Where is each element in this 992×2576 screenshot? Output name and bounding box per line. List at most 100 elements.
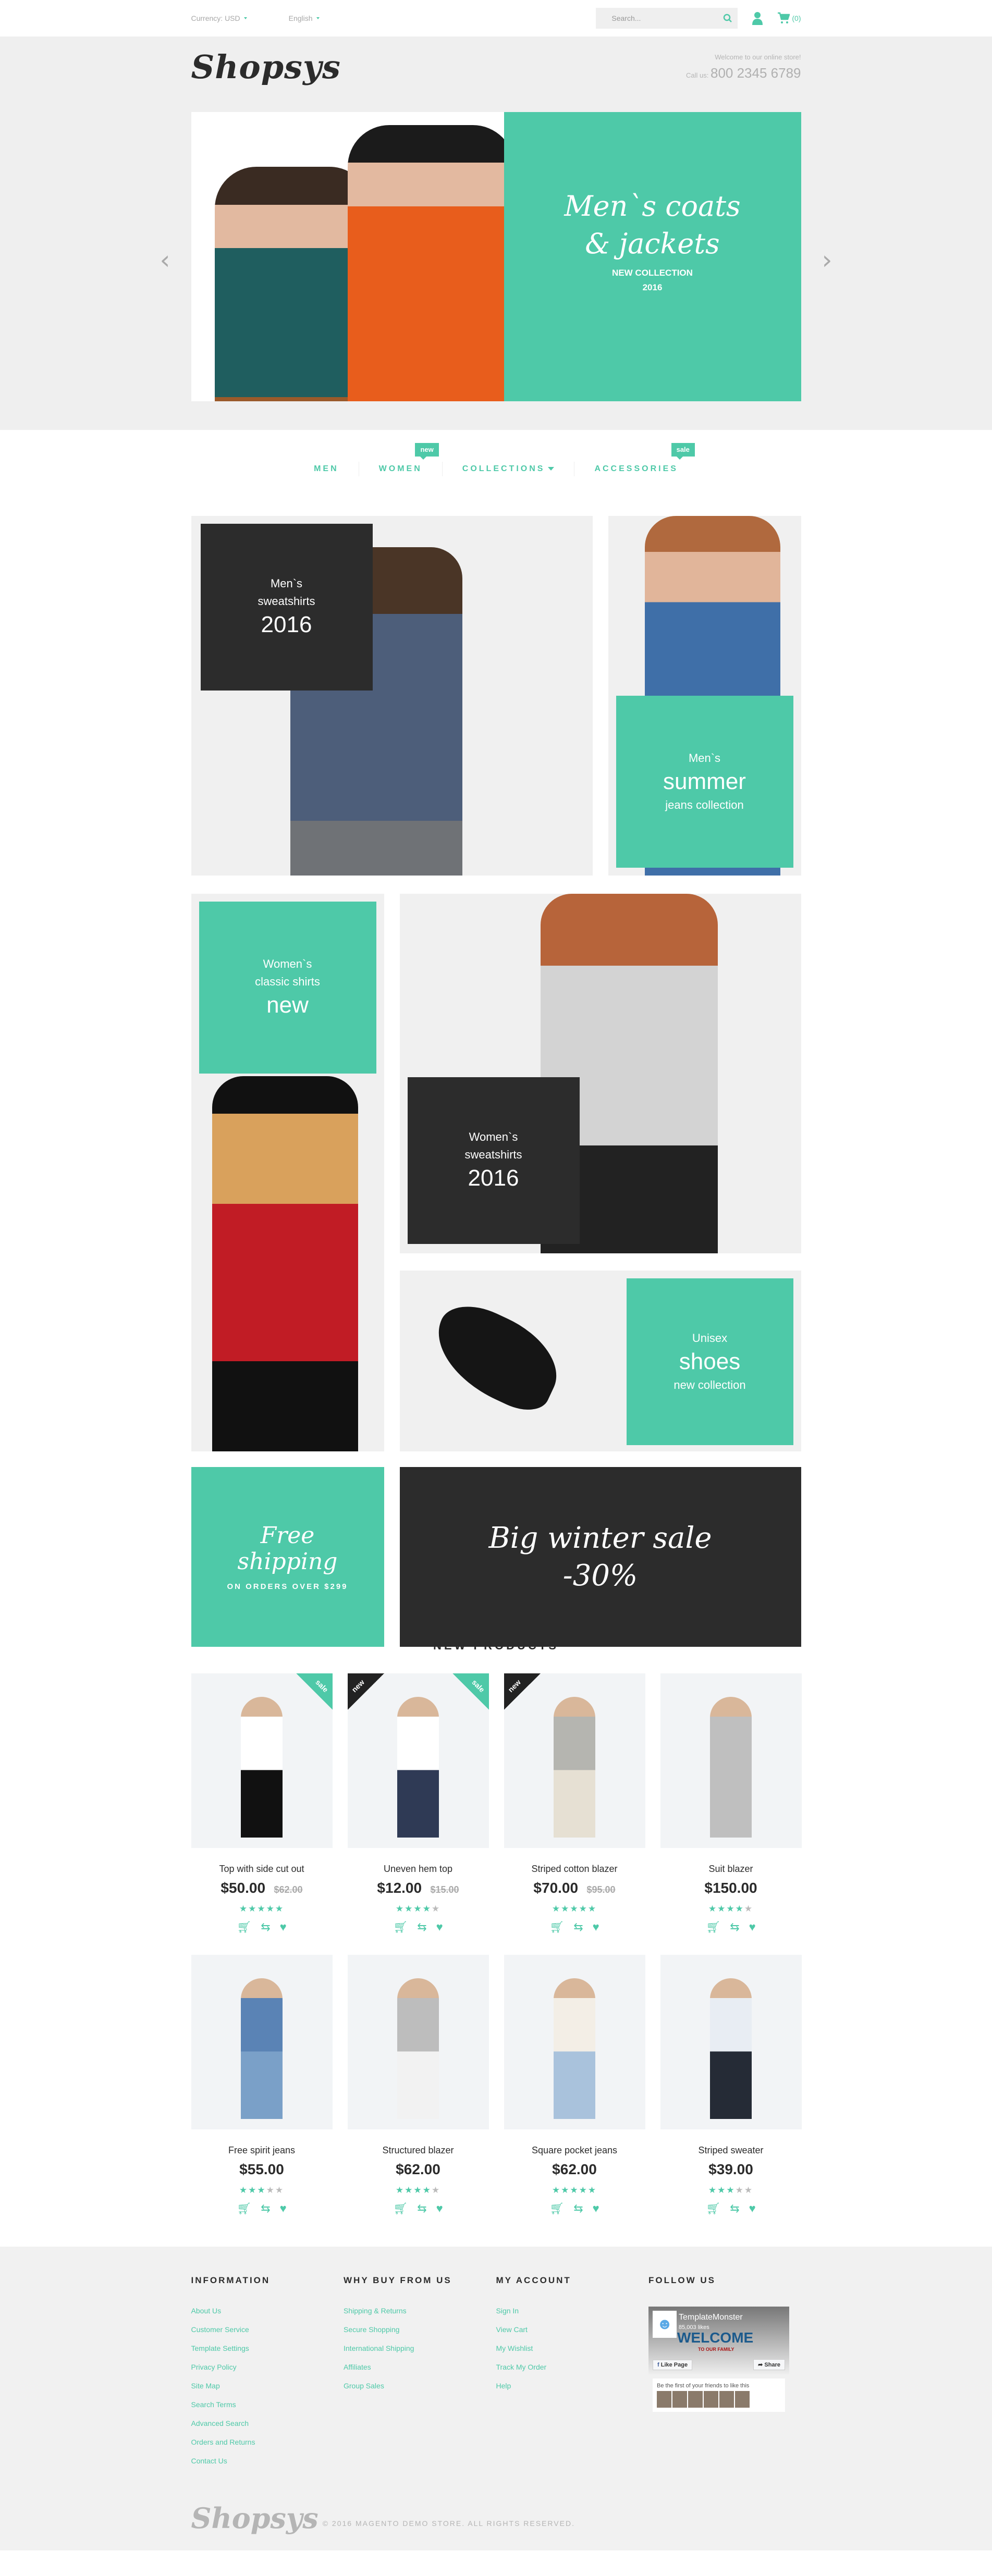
model-figure <box>347 125 504 401</box>
product-image[interactable]: new <box>504 1673 645 1848</box>
avatar[interactable] <box>735 2391 750 2408</box>
compare-icon[interactable]: ⇆ <box>261 2202 270 2215</box>
product-image[interactable]: sale <box>191 1673 333 1848</box>
footer-link[interactable]: Help <box>496 2382 649 2390</box>
nav-item-collections[interactable]: COLLECTIONS <box>442 462 574 476</box>
product-name[interactable]: Striped sweater <box>660 2145 802 2156</box>
footer-link[interactable]: Privacy Policy <box>191 2363 344 2371</box>
footer-link[interactable]: International Shipping <box>344 2344 496 2352</box>
search-box <box>596 8 738 29</box>
compare-icon[interactable]: ⇆ <box>573 2202 583 2215</box>
language-selector[interactable]: English <box>289 14 320 22</box>
add-to-cart-icon[interactable]: 🛒︎ <box>393 2202 408 2215</box>
footer-link[interactable]: Orders and Returns <box>191 2438 344 2446</box>
banner-mens-sweatshirts[interactable]: Men`s sweatshirts 2016 <box>191 516 593 876</box>
nav-item-accessories[interactable]: ACCESSORIES sale <box>574 443 697 476</box>
product-image[interactable] <box>191 1955 333 2129</box>
wishlist-heart-icon[interactable]: ♥ <box>593 2202 599 2215</box>
compare-icon[interactable]: ⇆ <box>417 1920 426 1934</box>
wishlist-heart-icon[interactable]: ♥ <box>280 1920 287 1934</box>
product-name[interactable]: Square pocket jeans <box>504 2145 645 2156</box>
product-image[interactable] <box>504 1955 645 2129</box>
banner-free-shipping[interactable]: Free shipping ON ORDERS OVER $299 <box>191 1467 384 1647</box>
footer-logo[interactable]: Shopsys <box>191 2501 319 2535</box>
chevron-left-icon[interactable]: ‹ <box>160 245 170 275</box>
product-image[interactable] <box>660 1955 802 2129</box>
footer-link[interactable]: Shipping & Returns <box>344 2307 496 2315</box>
product-actions: 🛒︎ ⇆ ♥ <box>191 1920 333 1934</box>
footer-link[interactable]: Track My Order <box>496 2363 649 2371</box>
wishlist-heart-icon[interactable]: ♥ <box>280 2202 287 2215</box>
nav-item-men[interactable]: MEN <box>294 462 359 476</box>
product-name[interactable]: Top with side cut out <box>191 1864 333 1875</box>
footer-link[interactable]: Secure Shopping <box>344 2325 496 2334</box>
product-name[interactable]: Structured blazer <box>348 2145 489 2156</box>
add-to-cart-icon[interactable]: 🛒︎ <box>706 2202 720 2215</box>
add-to-cart-icon[interactable]: 🛒︎ <box>237 1920 251 1934</box>
star-icon: ★ <box>239 2185 249 2195</box>
fb-page-name[interactable]: TemplateMonster <box>679 2313 743 2322</box>
product-card: Suit blazer $150.00 ★★★★★ 🛒︎ ⇆ ♥ <box>660 1673 802 1934</box>
cart-button[interactable]: (0) <box>777 12 801 24</box>
avatar[interactable] <box>688 2391 703 2408</box>
product-image[interactable] <box>660 1673 802 1848</box>
avatar[interactable] <box>657 2391 671 2408</box>
wishlist-heart-icon[interactable]: ♥ <box>436 1920 443 1934</box>
add-to-cart-icon[interactable]: 🛒︎ <box>706 1920 720 1934</box>
avatar[interactable] <box>719 2391 734 2408</box>
banner-mens-summer[interactable]: Men`s summer jeans collection <box>608 516 801 876</box>
compare-icon[interactable]: ⇆ <box>417 2202 426 2215</box>
wishlist-heart-icon[interactable]: ♥ <box>436 2202 443 2215</box>
banner-womens-sweatshirts[interactable]: Women`s sweatshirts 2016 <box>399 894 801 1253</box>
wishlist-heart-icon[interactable]: ♥ <box>749 2202 756 2215</box>
shoes-image <box>420 1293 572 1420</box>
footer-link[interactable]: Group Sales <box>344 2382 496 2390</box>
nav-item-women[interactable]: WOMEN new <box>358 443 442 476</box>
chevron-right-icon[interactable]: › <box>822 245 832 275</box>
footer-link[interactable]: Advanced Search <box>191 2419 344 2427</box>
add-to-cart-icon[interactable]: 🛒︎ <box>393 1920 408 1934</box>
user-icon[interactable] <box>752 11 763 25</box>
facebook-icon: f <box>657 2362 659 2368</box>
currency-selector[interactable]: Currency: USD <box>191 14 247 22</box>
search-icon[interactable] <box>723 14 732 23</box>
footer-link[interactable]: Contact Us <box>191 2457 344 2465</box>
product-name[interactable]: Free spirit jeans <box>191 2145 333 2156</box>
compare-icon[interactable]: ⇆ <box>261 1920 270 1934</box>
compare-icon[interactable]: ⇆ <box>730 2202 739 2215</box>
banner-winter-sale[interactable]: Big winter sale -30% <box>399 1467 801 1647</box>
product-name[interactable]: Uneven hem top <box>348 1864 489 1875</box>
banner-womens-shirts[interactable]: Women`s classic shirts new <box>191 894 384 1451</box>
product-name[interactable]: Suit blazer <box>660 1864 802 1875</box>
wishlist-heart-icon[interactable]: ♥ <box>749 1920 756 1934</box>
cart-count: (0) <box>792 14 801 22</box>
footer-link[interactable]: View Cart <box>496 2325 649 2334</box>
footer-link[interactable]: Affiliates <box>344 2363 496 2371</box>
add-to-cart-icon[interactable]: 🛒︎ <box>549 1920 564 1934</box>
footer-link[interactable]: Sign In <box>496 2307 649 2315</box>
avatar[interactable] <box>704 2391 718 2408</box>
footer-link[interactable]: Customer Service <box>191 2325 344 2334</box>
logo[interactable]: Shopsys <box>191 48 341 86</box>
main-nav: MEN WOMEN new COLLECTIONS ACCESSORIES sale <box>0 430 992 503</box>
fb-share-button[interactable]: ➦ Share <box>753 2359 785 2370</box>
footer-link[interactable]: Site Map <box>191 2382 344 2390</box>
avatar[interactable] <box>672 2391 687 2408</box>
compare-icon[interactable]: ⇆ <box>573 1920 583 1934</box>
product-name[interactable]: Striped cotton blazer <box>504 1864 645 1875</box>
compare-icon[interactable]: ⇆ <box>730 1920 739 1934</box>
product-image[interactable] <box>347 1955 489 2129</box>
banner-unisex-shoes[interactable]: Unisex shoes new collection <box>399 1271 801 1451</box>
search-input[interactable] <box>611 14 724 22</box>
wishlist-heart-icon[interactable]: ♥ <box>593 1920 599 1934</box>
footer-link[interactable]: Template Settings <box>191 2344 344 2352</box>
footer-link[interactable]: My Wishlist <box>496 2344 649 2352</box>
add-to-cart-icon[interactable]: 🛒︎ <box>237 2202 251 2215</box>
add-to-cart-icon[interactable]: 🛒︎ <box>549 2202 564 2215</box>
phone-number: 800 2345 6789 <box>710 65 801 81</box>
fb-like-button[interactable]: f Like Page <box>653 2360 693 2370</box>
footer-link[interactable]: About Us <box>191 2307 344 2315</box>
footer-link[interactable]: Search Terms <box>191 2400 344 2409</box>
product-image[interactable]: new sale <box>347 1673 489 1848</box>
hero-slider[interactable]: Men`s coats & jackets NEW COLLECTION 201… <box>160 104 832 430</box>
